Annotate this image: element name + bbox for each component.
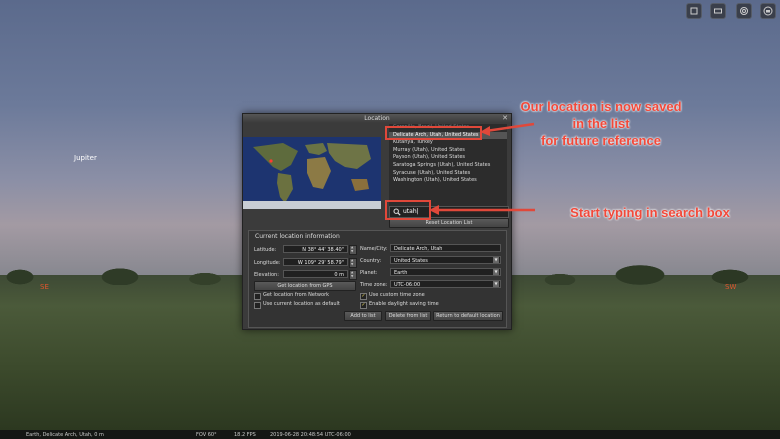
location-dialog: Location ✕ Coronilla, Brazil, United Sta… — [242, 113, 512, 330]
dialog-title: Location — [243, 114, 511, 123]
delete-from-list-button[interactable]: Delete from list — [385, 311, 431, 321]
arrow-to-saved-location — [480, 122, 535, 136]
list-item[interactable]: Payson (Utah), United States — [389, 154, 507, 162]
country-value: United States — [394, 258, 428, 264]
status-datetime: 2019-06-28 20:48:54 UTC-06:00 — [270, 432, 351, 438]
compass-sw: SW — [725, 283, 737, 291]
planet-select[interactable]: Earth ▼ — [390, 268, 501, 276]
get-location-gps-button[interactable]: Get location from GPS — [254, 281, 356, 291]
chevron-down-icon: ▼ — [493, 269, 499, 275]
list-item[interactable]: Washington (Utah), United States — [389, 177, 507, 185]
sun-icon[interactable] — [686, 3, 702, 19]
longitude-field[interactable]: W 109° 29' 58.79" — [283, 258, 348, 266]
add-to-list-button[interactable]: Add to list — [344, 311, 382, 321]
section-title: Current location information — [255, 233, 340, 240]
timezone-value: UTC-06:00 — [394, 282, 421, 288]
arrow-to-search-box — [429, 205, 535, 215]
elevation-field[interactable]: 0 m — [283, 270, 348, 278]
custom-timezone-checkbox[interactable]: ✓ — [360, 293, 367, 300]
daylight-saving-label: Enable daylight saving time — [369, 301, 439, 307]
elevation-label: Elevation: — [254, 272, 279, 278]
use-default-label: Use current location as default — [263, 301, 340, 307]
timezone-select[interactable]: UTC-06:00 ▼ — [390, 280, 501, 288]
get-location-network-checkbox[interactable] — [254, 293, 261, 300]
elevation-stepper[interactable] — [349, 270, 357, 280]
list-item[interactable]: Syracuse (Utah), United States — [389, 170, 507, 178]
world-map[interactable] — [243, 137, 381, 209]
highlight-search-box — [385, 200, 431, 220]
return-default-location-button[interactable]: Return to default location — [433, 311, 503, 321]
status-fov: FOV 60° — [196, 432, 217, 438]
country-label: Country: — [360, 258, 382, 264]
status-bar: Earth, Delicate Arch, Utah, 0 m FOV 60° … — [0, 430, 780, 439]
list-item[interactable]: Saratoga Springs (Utah), United States — [389, 162, 507, 170]
planet-label: Planet: — [360, 270, 378, 276]
longitude-label: Longitude: — [254, 260, 281, 266]
status-location: Earth, Delicate Arch, Utah, 0 m — [26, 432, 104, 438]
name-city-field[interactable]: Delicate Arch, Utah — [390, 244, 501, 252]
chevron-down-icon: ▼ — [493, 281, 499, 287]
latitude-stepper[interactable] — [349, 245, 357, 255]
compass-se: SE — [40, 283, 49, 291]
custom-timezone-label: Use custom time zone — [369, 292, 425, 298]
target-icon[interactable] — [736, 3, 752, 19]
daylight-saving-checkbox[interactable]: ✓ — [360, 302, 367, 309]
latitude-label: Latitude: — [254, 247, 277, 253]
chevron-down-icon: ▼ — [493, 257, 499, 263]
rectangle-icon[interactable] — [710, 3, 726, 19]
search-box-note: Start typing in search box — [570, 205, 730, 220]
longitude-stepper[interactable] — [349, 258, 357, 268]
status-fps: 18.2 FPS — [234, 432, 256, 438]
latitude-field[interactable]: N 38° 44' 38.40" — [283, 245, 348, 253]
country-select[interactable]: United States ▼ — [390, 256, 501, 264]
screenshot-icon[interactable] — [760, 3, 776, 19]
name-city-label: Name/City: — [360, 246, 388, 252]
highlight-saved-location — [385, 126, 482, 140]
timezone-label: Time zone: — [360, 282, 388, 288]
use-default-checkbox[interactable] — [254, 302, 261, 309]
planet-value: Earth — [394, 270, 408, 276]
get-location-network-label: Get location from Network — [263, 292, 330, 298]
jupiter-label[interactable]: Jupiter — [74, 154, 97, 162]
